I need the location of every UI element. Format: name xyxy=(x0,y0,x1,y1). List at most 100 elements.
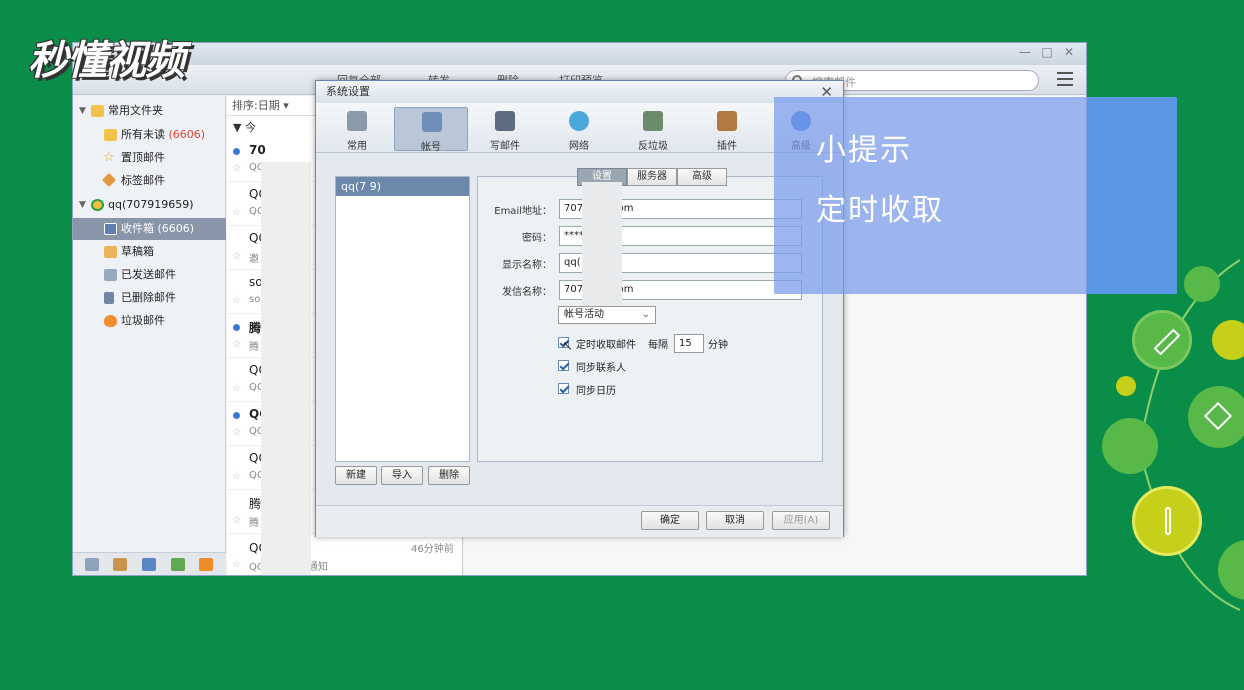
sidebar-item-deleted[interactable]: 已删除邮件 xyxy=(73,287,226,309)
timed-fetch-label: 定时收取邮件 xyxy=(576,340,636,351)
sidebar-footer xyxy=(73,552,226,575)
tab-phone[interactable]: 常用 xyxy=(320,107,394,152)
tip-text: 定时收取 xyxy=(816,193,944,228)
star-icon[interactable]: ☆ xyxy=(232,471,241,482)
maximize-icon[interactable]: □ xyxy=(1037,45,1057,59)
unread-dot-icon xyxy=(233,148,240,155)
tab-label: 常用 xyxy=(347,141,367,152)
sidebar-item-pinned[interactable]: ☆ 置顶邮件 xyxy=(73,147,226,169)
star-icon: ☆ xyxy=(103,150,115,165)
calendar-icon[interactable] xyxy=(142,558,156,571)
subtab-server[interactable]: 服务器 xyxy=(627,168,677,186)
star-icon[interactable]: ☆ xyxy=(232,295,241,306)
tip-title: 小提示 xyxy=(816,133,912,168)
menu-icon[interactable] xyxy=(1057,72,1073,86)
sidebar-label: qq(707919659) xyxy=(108,198,194,211)
mail-icon[interactable] xyxy=(85,558,99,571)
star-icon[interactable]: ☆ xyxy=(232,339,241,350)
collapse-arrow-icon[interactable]: ▼ xyxy=(79,194,86,216)
tab-stamp[interactable]: 写邮件 xyxy=(468,107,542,152)
account-settings-panel: 设置 服务器 高级 Email地址： 707 @qq.com 密码： **** … xyxy=(477,168,823,462)
star-icon[interactable]: ☆ xyxy=(232,427,241,438)
rss-icon[interactable] xyxy=(199,558,213,571)
tab-shield[interactable]: 反垃圾 xyxy=(616,107,690,152)
list-item-subject: 腾 xyxy=(249,518,259,529)
tab-label: 帐号 xyxy=(421,142,441,153)
minimize-icon[interactable]: — xyxy=(1015,45,1035,59)
sidebar-item-common-folders[interactable]: ▼ 常用文件夹 xyxy=(73,100,226,122)
tab-label: 插件 xyxy=(717,141,737,152)
sidebar-item-drafts[interactable]: 草稿箱 xyxy=(73,241,226,263)
account-item[interactable]: qq(7 9) xyxy=(336,177,469,196)
tab-user[interactable]: 帐号 xyxy=(394,107,468,153)
stamp-icon xyxy=(495,111,515,131)
interval-input[interactable]: 15 xyxy=(674,334,704,353)
redaction-mask xyxy=(582,182,622,307)
draft-icon xyxy=(104,246,117,258)
star-icon[interactable]: ☆ xyxy=(232,163,241,174)
ok-button[interactable]: 确定 xyxy=(641,511,699,530)
thermometer-icon xyxy=(1132,486,1202,556)
account-activity-select[interactable]: 帐号活动 ⌄ xyxy=(558,306,656,324)
cancel-button[interactable]: 取消 xyxy=(706,511,764,530)
sidebar-label: 垃圾邮件 xyxy=(121,314,165,327)
list-item-subject: so xyxy=(249,294,261,305)
box-icon xyxy=(717,111,737,131)
sidebar-label: 常用文件夹 xyxy=(108,104,163,117)
email-label: Email地址： xyxy=(494,206,552,217)
list-item-subject: 邀 xyxy=(249,254,259,265)
list-item-time: 46分钟前 xyxy=(411,544,454,555)
tab-label: 反垃圾 xyxy=(638,141,668,152)
new-account-button[interactable]: 新建 xyxy=(335,466,377,485)
contacts-icon[interactable] xyxy=(113,558,127,571)
shield-icon xyxy=(643,111,663,131)
list-item-subject: 腾 xyxy=(249,342,259,353)
star-icon[interactable]: ☆ xyxy=(232,559,241,570)
watermark-logo: 秒懂视频 xyxy=(28,38,185,84)
sidebar-item-junk[interactable]: 垃圾邮件 xyxy=(73,310,226,332)
deco-circle xyxy=(1102,418,1158,474)
deco-circle xyxy=(1184,266,1220,302)
notes-icon[interactable] xyxy=(171,558,185,571)
apply-button[interactable]: 应用(A) xyxy=(772,511,830,530)
account-list[interactable]: qq(7 9) xyxy=(335,176,470,462)
eraser-icon xyxy=(1188,386,1244,448)
tab-box[interactable]: 插件 xyxy=(690,107,764,152)
sync-calendar-label: 同步日历 xyxy=(576,386,616,397)
ruler-icon xyxy=(1132,310,1192,370)
group-header-today[interactable]: ▼ 今 xyxy=(233,119,256,135)
sync-calendar-checkbox[interactable] xyxy=(558,383,569,394)
collapse-arrow-icon[interactable]: ▼ xyxy=(79,100,86,122)
decoration xyxy=(1100,250,1244,690)
star-icon[interactable]: ☆ xyxy=(232,251,241,262)
sidebar-item-account[interactable]: ▼ qq(707919659) xyxy=(73,194,226,216)
sidebar-item-tagged[interactable]: 标签邮件 xyxy=(73,170,226,192)
dialog-tabs: 常用帐号写邮件网络反垃圾插件高级 xyxy=(316,103,843,153)
globe-icon xyxy=(569,111,589,131)
sync-contacts-checkbox[interactable] xyxy=(558,360,569,371)
sidebar-item-sent[interactable]: 已发送邮件 xyxy=(73,264,226,286)
sidebar-label: 草稿箱 xyxy=(121,245,154,258)
delete-account-button[interactable]: 删除 xyxy=(428,466,470,485)
folder-icon xyxy=(104,129,117,141)
star-icon[interactable]: ☆ xyxy=(232,207,241,218)
close-icon[interactable]: ✕ xyxy=(1059,45,1079,59)
user-icon xyxy=(422,112,442,132)
dialog-title: 系统设置 xyxy=(316,81,843,103)
qq-icon xyxy=(91,199,104,211)
sidebar-item-inbox[interactable]: 收件箱 (6606) xyxy=(73,218,226,240)
unread-dot-icon xyxy=(233,412,240,419)
folder-sidebar: ▼ 常用文件夹 所有未读 (6606) ☆ 置顶邮件 标签邮件 ▼ qq(707… xyxy=(73,96,226,575)
subtab-advanced[interactable]: 高级 xyxy=(677,168,727,186)
list-item-sender: 腾 xyxy=(249,497,262,511)
list-item-sender: 腾 xyxy=(249,321,262,335)
tab-globe[interactable]: 网络 xyxy=(542,107,616,152)
sidebar-label: 已删除邮件 xyxy=(121,291,176,304)
import-account-button[interactable]: 导入 xyxy=(381,466,423,485)
dialog-footer: 确定 取消 应用(A) xyxy=(316,505,843,537)
sidebar-item-all-unread[interactable]: 所有未读 (6606) xyxy=(73,124,226,146)
minutes-label: 分钟 xyxy=(708,340,728,351)
star-icon[interactable]: ☆ xyxy=(232,515,241,526)
star-icon[interactable]: ☆ xyxy=(232,383,241,394)
sidebar-label: 置顶邮件 xyxy=(121,151,165,164)
